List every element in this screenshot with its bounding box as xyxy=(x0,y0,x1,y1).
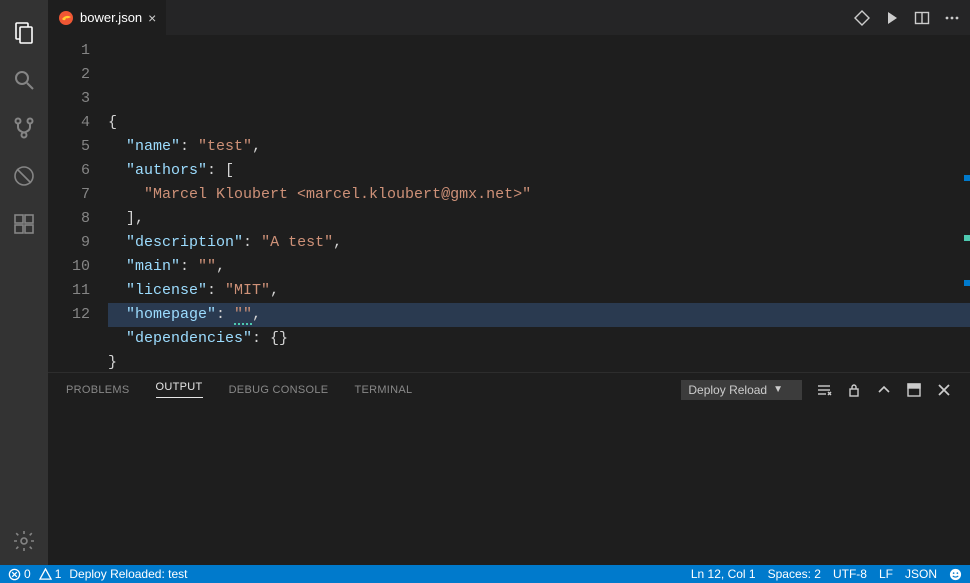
status-warnings[interactable]: 1 xyxy=(39,567,62,581)
code-line: ], xyxy=(108,207,970,231)
source-control-icon[interactable] xyxy=(0,104,48,152)
status-language[interactable]: JSON xyxy=(905,567,937,581)
line-number: 10 xyxy=(48,255,90,279)
editor-group: bower.json × 123456789101112 xyxy=(48,0,970,565)
code-line: "main": "", xyxy=(108,255,970,279)
output-channel-label: Deploy Reload xyxy=(688,383,767,397)
line-number-gutter: 123456789101112 xyxy=(48,35,108,372)
split-editor-icon[interactable] xyxy=(914,10,930,26)
code-line: "name": "test", xyxy=(108,135,970,159)
panel-tab-debug-console[interactable]: DEBUG CONSOLE xyxy=(229,384,329,396)
line-number: 6 xyxy=(48,159,90,183)
tab-bar: bower.json × xyxy=(48,0,970,35)
code-line: "authors": [ xyxy=(108,159,970,183)
close-panel-icon[interactable] xyxy=(936,382,952,398)
chevron-down-icon: ▼ xyxy=(773,384,783,395)
line-number: 11 xyxy=(48,279,90,303)
lock-scroll-icon[interactable] xyxy=(846,382,862,398)
status-indent[interactable]: Spaces: 2 xyxy=(768,567,821,581)
line-number: 2 xyxy=(48,63,90,87)
more-actions-icon[interactable] xyxy=(944,10,960,26)
status-ln-col[interactable]: Ln 12, Col 1 xyxy=(691,567,756,581)
status-task[interactable]: Deploy Reloaded: test xyxy=(69,567,187,581)
status-feedback-icon[interactable] xyxy=(949,568,962,581)
status-errors[interactable]: 0 xyxy=(8,567,31,581)
code-line: "Marcel Kloubert <marcel.kloubert@gmx.ne… xyxy=(108,183,970,207)
status-bar: 0 1 Deploy Reloaded: test Ln 12, Col 1 S… xyxy=(0,565,970,583)
line-number: 7 xyxy=(48,183,90,207)
line-number: 8 xyxy=(48,207,90,231)
compare-changes-icon[interactable] xyxy=(854,10,870,26)
editor-tab[interactable]: bower.json × xyxy=(48,0,166,35)
panel-tab-terminal[interactable]: TERMINAL xyxy=(354,384,412,396)
code-line: } xyxy=(108,351,970,372)
settings-gear-icon[interactable] xyxy=(0,517,48,565)
tab-filename: bower.json xyxy=(80,10,142,25)
panel-tab-output[interactable]: OUTPUT xyxy=(156,381,203,398)
clear-output-icon[interactable] xyxy=(816,382,832,398)
status-encoding[interactable]: UTF-8 xyxy=(833,567,867,581)
extensions-icon[interactable] xyxy=(0,200,48,248)
panel-tab-bar: PROBLEMS OUTPUT DEBUG CONSOLE TERMINAL D… xyxy=(48,373,970,406)
activity-bar xyxy=(0,0,48,565)
status-errors-count: 0 xyxy=(24,567,31,581)
status-warnings-count: 1 xyxy=(55,567,62,581)
output-body[interactable] xyxy=(48,406,970,565)
status-eol[interactable]: LF xyxy=(879,567,893,581)
code-line: "dependencies": {} xyxy=(108,327,970,351)
bower-file-icon xyxy=(58,10,74,26)
panel-tab-problems[interactable]: PROBLEMS xyxy=(66,384,130,396)
line-number: 9 xyxy=(48,231,90,255)
debug-icon[interactable] xyxy=(0,152,48,200)
run-icon[interactable] xyxy=(884,10,900,26)
tab-close-icon[interactable]: × xyxy=(148,11,156,25)
code-line: "homepage": "", xyxy=(108,303,970,327)
line-number: 3 xyxy=(48,87,90,111)
collapse-panel-icon[interactable] xyxy=(876,382,892,398)
maximize-panel-icon[interactable] xyxy=(906,382,922,398)
code-line: "license": "MIT", xyxy=(108,279,970,303)
code-editor[interactable]: 123456789101112 { "name": "test", "autho… xyxy=(48,35,970,372)
line-number: 12 xyxy=(48,303,90,327)
output-channel-select[interactable]: Deploy Reload ▼ xyxy=(681,380,802,400)
bottom-panel: PROBLEMS OUTPUT DEBUG CONSOLE TERMINAL D… xyxy=(48,372,970,565)
explorer-icon[interactable] xyxy=(0,8,48,56)
code-line: "description": "A test", xyxy=(108,231,970,255)
line-number: 5 xyxy=(48,135,90,159)
code-line: { xyxy=(108,111,970,135)
line-number: 1 xyxy=(48,39,90,63)
line-number: 4 xyxy=(48,111,90,135)
search-icon[interactable] xyxy=(0,56,48,104)
editor-actions xyxy=(854,0,970,35)
